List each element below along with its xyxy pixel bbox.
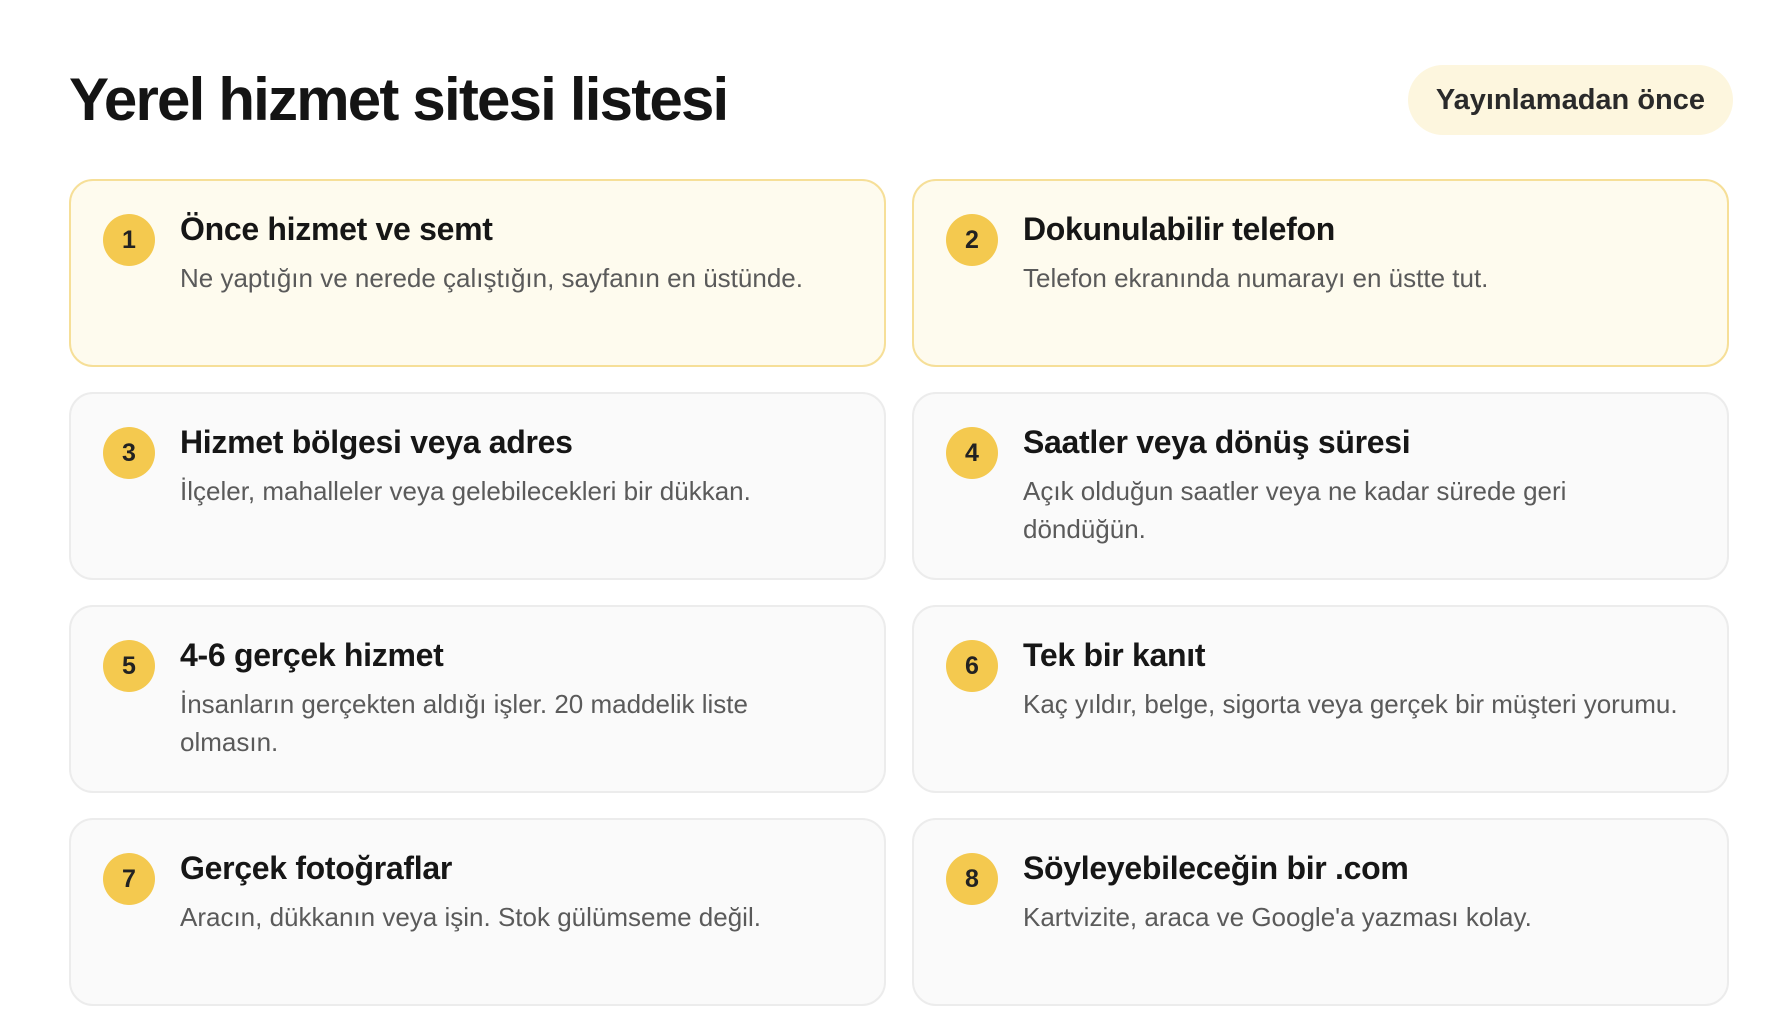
checklist-card: 6 Tek bir kanıt Kaç yıldır, belge, sigor… — [912, 605, 1729, 793]
page-header: Yerel hizmet sitesi listesi Yayınlamadan… — [69, 60, 1733, 140]
card-description: Kartvizite, araca ve Google'a yazması ko… — [1023, 902, 1532, 932]
checklist-card: 5 4-6 gerçek hizmet İnsanların gerçekten… — [69, 605, 886, 793]
checklist-card: 7 Gerçek fotoğraflar Aracın, dükkanın ve… — [69, 818, 886, 1006]
card-title: Söyleyebileceğin bir .com — [1023, 850, 1409, 886]
card-title: Gerçek fotoğraflar — [180, 850, 453, 886]
checklist-card: 4 Saatler veya dönüş süresi Açık olduğun… — [912, 392, 1729, 580]
card-title: 4-6 gerçek hizmet — [180, 637, 444, 673]
checklist-card: 8 Söyleyebileceğin bir .com Kartvizite, … — [912, 818, 1729, 1006]
card-description: Kaç yıldır, belge, sigorta veya gerçek b… — [1023, 689, 1678, 719]
step-number-badge: 5 — [103, 640, 155, 692]
checklist-card: 2 Dokunulabilir telefon Telefon ekranınd… — [912, 179, 1729, 367]
step-number-badge: 2 — [946, 214, 998, 266]
page-title: Yerel hizmet sitesi listesi — [69, 66, 729, 133]
card-description: Aracın, dükkanın veya işin. Stok gülümse… — [180, 902, 761, 932]
card-title: Önce hizmet ve semt — [180, 211, 493, 247]
card-title: Tek bir kanıt — [1023, 637, 1206, 673]
step-number-badge: 1 — [103, 214, 155, 266]
card-description: İlçeler, mahalleler veya gelebilecekleri… — [180, 476, 751, 506]
status-badge: Yayınlamadan önce — [1407, 65, 1733, 135]
step-number-badge: 3 — [103, 427, 155, 479]
card-description: Ne yaptığın ve nerede çalıştığın, sayfan… — [180, 263, 803, 293]
step-number-badge: 4 — [946, 427, 998, 479]
checklist-grid: 1 Önce hizmet ve semt Ne yaptığın ve ner… — [69, 179, 1733, 1006]
card-description: Açık olduğun saatler veya ne kadar süred… — [1023, 476, 1567, 544]
step-number-badge: 6 — [946, 640, 998, 692]
card-title: Saatler veya dönüş süresi — [1023, 424, 1411, 460]
card-title: Dokunulabilir telefon — [1023, 211, 1335, 247]
checklist-card: 1 Önce hizmet ve semt Ne yaptığın ve ner… — [69, 179, 886, 367]
card-description: İnsanların gerçekten aldığı işler. 20 ma… — [180, 689, 748, 757]
card-description: Telefon ekranında numarayı en üstte tut. — [1023, 263, 1489, 293]
step-number-badge: 7 — [103, 853, 155, 905]
checklist-card: 3 Hizmet bölgesi veya adres İlçeler, mah… — [69, 392, 886, 580]
card-title: Hizmet bölgesi veya adres — [180, 424, 573, 460]
step-number-badge: 8 — [946, 853, 998, 905]
